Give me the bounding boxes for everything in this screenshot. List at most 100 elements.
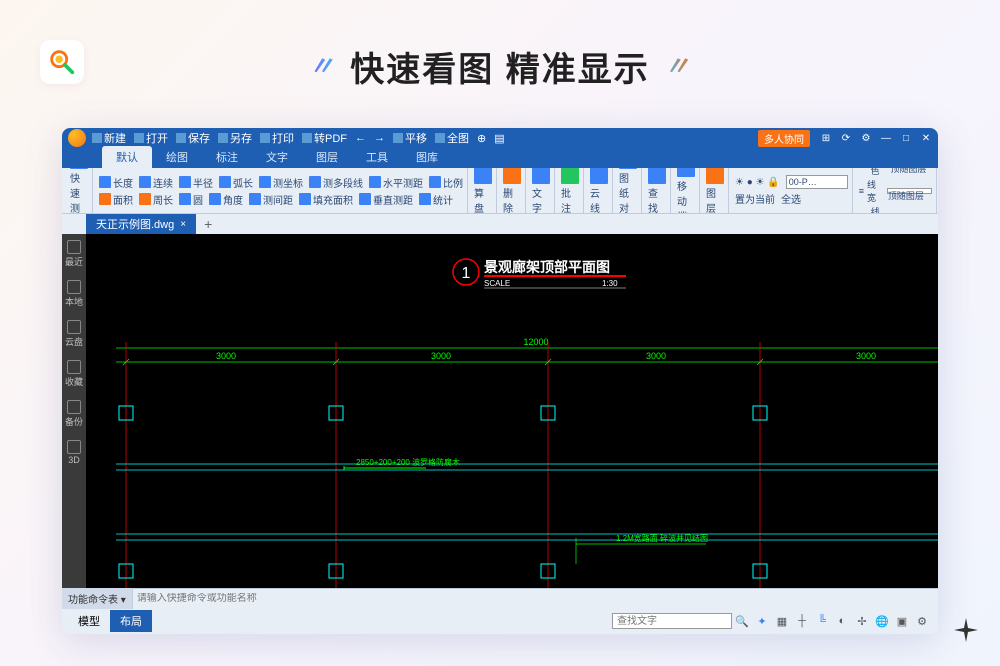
status-search-input[interactable]	[612, 613, 732, 629]
status-tab-model[interactable]: 模型	[68, 610, 110, 632]
minimize-icon[interactable]: —	[880, 132, 892, 144]
svg-text:3000: 3000	[431, 351, 451, 361]
dots-icon[interactable]: ┼	[795, 614, 809, 628]
rb-layerstate[interactable]: ☀ ● ☀ 🔒	[735, 175, 780, 189]
rb-radius[interactable]: 半径	[179, 175, 213, 190]
settings-icon[interactable]: ⚙	[915, 614, 929, 628]
rb-coord[interactable]: 测坐标	[259, 175, 303, 190]
rb-perimeter[interactable]: 周长	[139, 192, 173, 207]
rb-circle[interactable]: 圆	[179, 192, 203, 207]
tab-layer[interactable]: 图层	[302, 146, 352, 168]
svg-text:2850+200+200 波罗格防腐木: 2850+200+200 波罗格防腐木	[356, 457, 460, 467]
rb-arclen[interactable]: 弧长	[219, 175, 253, 190]
headline-text-1: 快速看图	[350, 51, 494, 89]
sparkle-icon	[954, 618, 978, 642]
globe-icon[interactable]: 🌐	[875, 614, 889, 628]
status-tab-layout[interactable]: 布局	[110, 610, 152, 632]
command-input[interactable]	[133, 593, 938, 604]
rb-delete[interactable]: 删除	[499, 168, 526, 213]
search-icon[interactable]: 🔍	[735, 614, 749, 628]
close-icon[interactable]: ✕	[920, 132, 932, 144]
qa-saveas[interactable]: 另存	[218, 130, 252, 146]
rail-backup[interactable]: 备份	[65, 400, 83, 428]
qa-pdf[interactable]: 转PDF	[302, 130, 347, 146]
rb-area[interactable]: 面积	[99, 192, 133, 207]
tab-library[interactable]: 图库	[402, 146, 452, 168]
rb-selectall[interactable]: 全选	[781, 191, 801, 206]
title-bar: 新建 打开 保存 另存 打印 转PDF ← → 平移 全图 ⊕ ▤ 多人协同 ⊞…	[62, 128, 938, 148]
tab-annotate[interactable]: 标注	[202, 146, 252, 168]
svg-text:1:30: 1:30	[602, 279, 618, 288]
qa-new[interactable]: 新建	[92, 130, 126, 146]
qa-undo[interactable]: ←	[355, 132, 366, 144]
rb-angle[interactable]: 角度	[209, 192, 243, 207]
rb-layer[interactable]: 图层	[702, 168, 729, 213]
snap-icon[interactable]: ✦	[755, 614, 769, 628]
svg-text:1.2M宽路面 碎波并见结图: 1.2M宽路面 碎波并见结图	[616, 533, 708, 543]
qa-pan[interactable]: 平移	[393, 130, 427, 146]
svg-text:1: 1	[462, 265, 471, 282]
rb-stats[interactable]: 统计	[419, 192, 453, 207]
win-settings-icon[interactable]: ⊞	[820, 132, 832, 144]
polar-icon[interactable]: ◐	[835, 614, 849, 628]
qa-save[interactable]: 保存	[176, 130, 210, 146]
ribbon-measure-group: 长度 连续 半径 弧长 测坐标 测多段线 水平测距 比例 面积 周长 圆 角度 …	[95, 168, 468, 213]
file-tabs: 天正示例图.dwg × +	[62, 214, 938, 234]
rb-cloud[interactable]: 云线	[586, 168, 613, 213]
rail-favorite[interactable]: 收藏	[65, 360, 83, 388]
rb-continuous[interactable]: 连续	[139, 175, 173, 190]
tab-text[interactable]: 文字	[252, 146, 302, 168]
left-rail: 最近 本地 云盘 收藏 备份 3D	[62, 234, 86, 588]
tab-tools[interactable]: 工具	[352, 146, 402, 168]
add-tab-button[interactable]: +	[196, 214, 220, 234]
quote-right-icon: 〃	[664, 46, 692, 83]
grid-icon[interactable]: ▦	[775, 614, 789, 628]
share-icon[interactable]: ▣	[895, 614, 909, 628]
rb-mobile[interactable]: 移动端	[673, 168, 700, 213]
qa-print[interactable]: 打印	[260, 130, 294, 146]
ribbon: 快速测量 长度 连续 半径 弧长 测坐标 测多段线 水平测距 比例 面积 周长 …	[62, 168, 938, 214]
maximize-icon[interactable]: □	[900, 132, 912, 144]
qa-zoom[interactable]: ⊕	[477, 132, 486, 145]
ribbon-quickmeasure[interactable]: 快速测量	[66, 168, 93, 213]
rb-gap[interactable]: 测间距	[249, 192, 293, 207]
tab-default[interactable]: 默认	[102, 146, 152, 168]
rb-text[interactable]: 文字	[528, 168, 555, 213]
rb-vdist[interactable]: 垂直测距	[359, 192, 413, 207]
rb-setcurrent[interactable]: 置为当前	[735, 191, 775, 206]
qa-redo[interactable]: →	[374, 132, 385, 144]
rb-layertools: ☀ ● ☀ 🔒 00-P… 置为当前全选	[731, 168, 853, 213]
qa-open[interactable]: 打开	[134, 130, 168, 146]
rb-length[interactable]: 长度	[99, 175, 133, 190]
user-avatar[interactable]	[68, 129, 86, 147]
rb-compare[interactable]: 图纸对比	[615, 168, 642, 213]
svg-text:景观廊架顶部平面图: 景观廊架顶部平面图	[484, 259, 610, 275]
rb-width-sel[interactable]: 顶随图层	[887, 188, 932, 194]
rail-recent[interactable]: 最近	[65, 240, 83, 268]
rail-3d[interactable]: 3D	[67, 440, 81, 465]
rail-cloud[interactable]: 云盘	[65, 320, 83, 348]
app-window: 新建 打开 保存 另存 打印 转PDF ← → 平移 全图 ⊕ ▤ 多人协同 ⊞…	[62, 128, 938, 634]
menu-tabs: 默认 绘图 标注 文字 图层 工具 图库	[62, 148, 938, 168]
rail-local[interactable]: 本地	[65, 280, 83, 308]
win-gear-icon[interactable]: ⚙	[860, 132, 872, 144]
collab-button[interactable]: 多人协同	[758, 130, 810, 147]
ortho-icon[interactable]: ╚	[815, 614, 829, 628]
rb-scale[interactable]: 比例	[429, 175, 463, 190]
drawing-canvas[interactable]: 1 景观廊架顶部平面图 SCALE 1:30 12000 3000 3000 3…	[86, 234, 938, 588]
qa-zoomall[interactable]: 全图	[435, 130, 469, 146]
file-tab-close-icon[interactable]: ×	[180, 219, 186, 230]
rb-polyline[interactable]: 测多段线	[309, 175, 363, 190]
rb-fillarea[interactable]: 填充面积	[299, 192, 353, 207]
rb-hdist[interactable]: 水平测距	[369, 175, 423, 190]
cad-drawing: 1 景观廊架顶部平面图 SCALE 1:30 12000 3000 3000 3…	[86, 234, 938, 588]
rb-layer-dropdown[interactable]: 00-P…	[786, 175, 848, 189]
rb-calc[interactable]: 算盘	[470, 168, 497, 213]
rb-find[interactable]: 查找	[644, 168, 671, 213]
rb-note[interactable]: 批注	[557, 168, 584, 213]
file-tab-active[interactable]: 天正示例图.dwg ×	[86, 214, 196, 234]
tab-draw[interactable]: 绘图	[152, 146, 202, 168]
qa-layers[interactable]: ▤	[494, 132, 504, 145]
osnap-icon[interactable]: ✢	[855, 614, 869, 628]
win-help-icon[interactable]: ⟳	[840, 132, 852, 144]
